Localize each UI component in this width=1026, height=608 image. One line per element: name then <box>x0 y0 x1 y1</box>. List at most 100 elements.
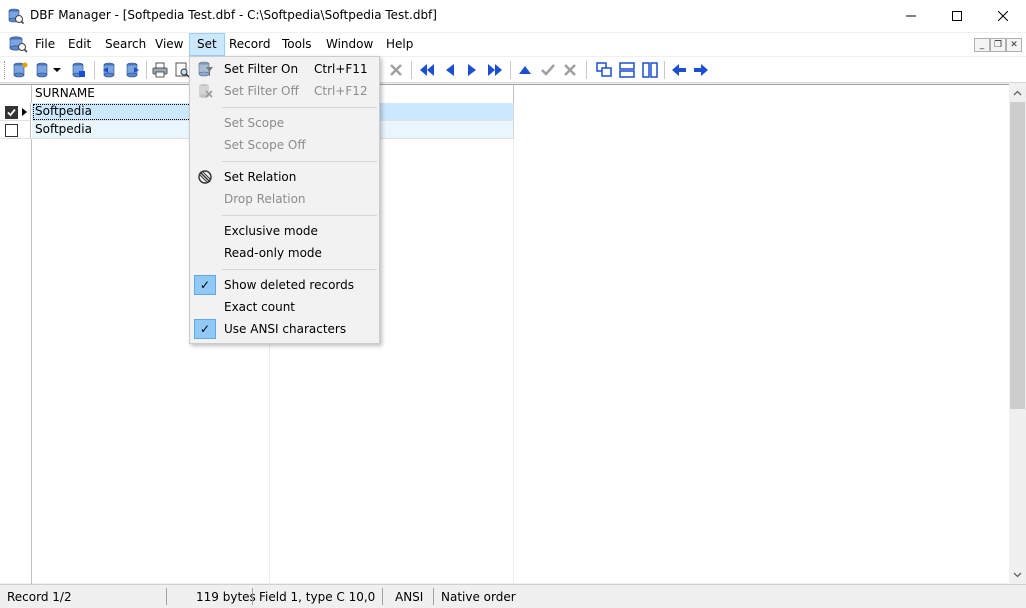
prev-record-icon[interactable] <box>440 60 460 80</box>
deleted-mark-checkbox[interactable] <box>5 106 18 119</box>
status-separator <box>252 588 253 605</box>
status-separator <box>166 588 167 605</box>
menu-item-set-filter-on[interactable]: Set Filter On Ctrl+F11 <box>192 58 377 80</box>
menu-item-label: Set Filter Off <box>224 84 299 98</box>
menu-separator <box>222 269 377 270</box>
scroll-down-icon[interactable] <box>1009 566 1026 583</box>
check-icon: ✓ <box>194 319 216 339</box>
status-bar: Record 1/2 119 bytes Field 1, type C 10,… <box>0 584 1026 608</box>
row-indicator[interactable] <box>0 121 31 139</box>
next-record-icon[interactable] <box>462 60 482 80</box>
column-divider <box>31 139 32 584</box>
menu-item-shortcut: Ctrl+F12 <box>314 84 368 98</box>
menu-view[interactable]: View <box>148 33 190 56</box>
delete-icon[interactable] <box>386 60 406 80</box>
forward-icon[interactable] <box>691 60 711 80</box>
menu-separator <box>222 215 377 216</box>
toolbar-separator <box>586 61 587 79</box>
status-size: 119 bytes <box>196 590 256 604</box>
toolbar-separator <box>510 61 511 79</box>
menu-item-label: Set Filter On <box>224 62 299 76</box>
toolbar-separator <box>664 61 665 79</box>
print-icon[interactable] <box>150 60 170 80</box>
close-button[interactable] <box>980 0 1026 32</box>
row-indicator[interactable] <box>0 103 31 121</box>
status-order: Native order <box>441 590 516 604</box>
menu-item-drop-relation[interactable]: Drop Relation <box>192 188 377 210</box>
new-table-icon[interactable] <box>10 60 30 80</box>
data-grid[interactable]: SURNAME Softpedia Softpedia <box>0 84 1010 584</box>
menu-bar: File Edit Search View Set Record Tools W… <box>0 33 1026 56</box>
document-icon[interactable] <box>8 35 28 53</box>
insert-record-icon[interactable] <box>515 60 535 80</box>
toolbar-separator <box>146 61 147 79</box>
menu-item-label: Drop Relation <box>224 192 306 206</box>
menu-separator <box>222 107 377 108</box>
dropdown-arrow-icon[interactable] <box>51 60 63 80</box>
status-separator <box>382 588 383 605</box>
menu-search[interactable]: Search <box>98 33 153 56</box>
menu-item-label: Show deleted records <box>224 278 355 292</box>
mdi-close-button[interactable]: ✕ <box>1006 38 1022 52</box>
menu-item-set-relation[interactable]: Set Relation <box>192 166 377 188</box>
menu-edit[interactable]: Edit <box>61 33 98 56</box>
menu-item-exact-count[interactable]: Exact count <box>192 296 377 318</box>
menu-item-label: Set Scope Off <box>224 138 306 152</box>
filter-off-icon <box>196 82 214 100</box>
status-charset: ANSI <box>395 590 424 604</box>
tile-horizontal-icon[interactable] <box>617 60 637 80</box>
save-table-icon[interactable] <box>68 60 88 80</box>
first-record-icon[interactable] <box>417 60 437 80</box>
menu-file[interactable]: File <box>28 33 62 56</box>
menu-item-set-filter-off[interactable]: Set Filter Off Ctrl+F12 <box>192 80 377 102</box>
minimize-button[interactable] <box>888 0 934 32</box>
current-row-pointer-icon <box>22 108 27 116</box>
import-icon[interactable] <box>99 60 119 80</box>
cascade-icon[interactable] <box>594 60 614 80</box>
menu-item-label: Exact count <box>224 300 296 314</box>
menu-tools[interactable]: Tools <box>275 33 319 56</box>
toolbar <box>0 57 1026 83</box>
last-record-icon[interactable] <box>485 60 505 80</box>
column-divider <box>513 139 514 584</box>
menu-separator <box>222 161 377 162</box>
post-record-icon[interactable] <box>538 60 558 80</box>
menu-help[interactable]: Help <box>379 33 420 56</box>
toolbar-grip[interactable] <box>4 61 7 79</box>
menu-item-label: Set Relation <box>224 170 297 184</box>
mdi-restore-button[interactable]: ❐ <box>990 38 1006 52</box>
tile-vertical-icon[interactable] <box>640 60 660 80</box>
mdi-minimize-button[interactable]: _ <box>974 38 990 52</box>
export-icon[interactable] <box>122 60 142 80</box>
menu-item-read-only-mode[interactable]: Read-only mode <box>192 242 377 264</box>
menu-item-set-scope[interactable]: Set Scope <box>192 112 377 134</box>
relation-icon <box>196 168 214 186</box>
menu-record[interactable]: Record <box>222 33 277 56</box>
status-record: Record 1/2 <box>7 590 72 604</box>
menu-item-label: Read-only mode <box>224 246 322 260</box>
title-bar: DBF Manager - [Softpedia Test.dbf - C:\S… <box>0 0 1026 32</box>
app-icon <box>8 8 25 25</box>
menu-window[interactable]: Window <box>319 33 380 56</box>
menu-set[interactable]: Set <box>189 33 225 56</box>
scroll-up-icon[interactable] <box>1009 84 1026 101</box>
menu-item-set-scope-off[interactable]: Set Scope Off <box>192 134 377 156</box>
scrollbar-thumb[interactable] <box>1010 102 1025 409</box>
vertical-scrollbar[interactable] <box>1009 84 1026 583</box>
filter-icon <box>196 60 214 78</box>
status-separator <box>433 588 434 605</box>
toolbar-separator <box>411 61 412 79</box>
window-title: DBF Manager - [Softpedia Test.dbf - C:\S… <box>30 8 437 22</box>
menu-item-show-deleted-records[interactable]: ✓ Show deleted records <box>192 274 377 296</box>
menu-item-use-ansi-characters[interactable]: ✓ Use ANSI characters <box>192 318 377 340</box>
back-icon[interactable] <box>669 60 689 80</box>
open-table-icon[interactable] <box>32 60 52 80</box>
deleted-mark-checkbox[interactable] <box>5 124 18 137</box>
menu-item-exclusive-mode[interactable]: Exclusive mode <box>192 220 377 242</box>
cancel-record-icon[interactable] <box>560 60 580 80</box>
check-icon: ✓ <box>194 275 216 295</box>
status-field: Field 1, type C 10,0 <box>259 590 376 604</box>
maximize-button[interactable] <box>934 0 980 32</box>
menu-item-label: Set Scope <box>224 116 285 130</box>
menu-item-label: Use ANSI characters <box>224 322 347 336</box>
